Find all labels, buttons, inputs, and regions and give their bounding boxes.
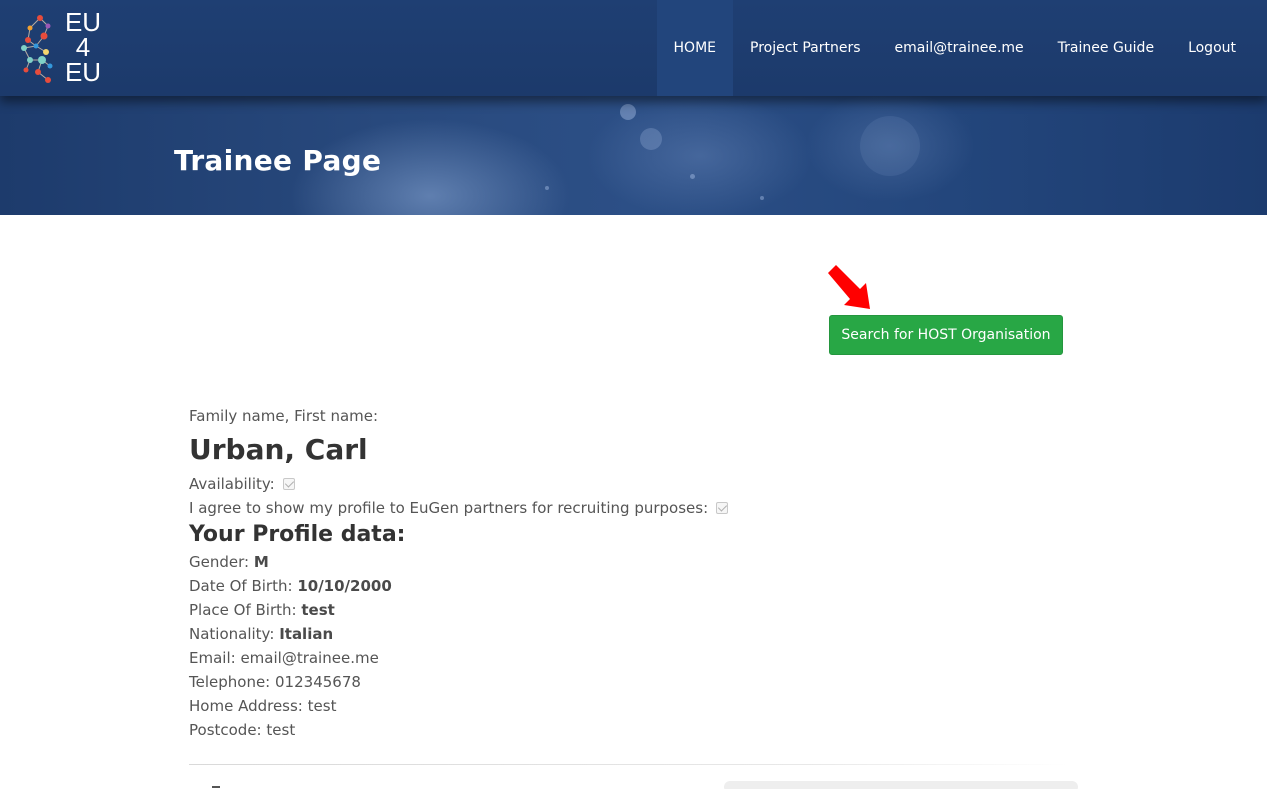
bottom-panel (724, 781, 1078, 789)
nationality-value: Italian (279, 625, 334, 643)
profile-data-heading: Your Profile data: (189, 522, 406, 547)
availability-label: Availability: (189, 475, 275, 493)
email-label: Email: (189, 649, 236, 667)
nav-item-logout[interactable]: Logout (1171, 0, 1253, 96)
cut-off-text (212, 778, 222, 789)
gender-row: Gender: M (189, 550, 889, 574)
banner-bokeh (545, 186, 549, 190)
availability-row: Availability: (189, 472, 889, 496)
trainee-profile: Family name, First name: Urban, Carl Ava… (189, 404, 889, 742)
page-banner: Trainee Page (0, 96, 1267, 215)
name-label: Family name, First name: (189, 407, 379, 425)
email-value: email@trainee.me (240, 649, 379, 667)
telephone-label: Telephone: (189, 673, 271, 691)
dob-label: Date Of Birth: (189, 577, 293, 595)
nav-item-home[interactable]: HOME (656, 0, 734, 96)
availability-checkbox[interactable] (282, 478, 295, 490)
banner-bokeh (690, 174, 695, 179)
address-label: Home Address: (189, 697, 303, 715)
nav-item-account-email[interactable]: email@trainee.me (878, 0, 1041, 96)
email-row: Email: email@trainee.me (189, 646, 889, 670)
pob-label: Place Of Birth: (189, 601, 297, 619)
dob-value: 10/10/2000 (297, 577, 392, 595)
banner-bokeh (760, 196, 764, 200)
eu4eu-logo[interactable]: EU 4 EU (16, 9, 106, 90)
nav-item-trainee-guide[interactable]: Trainee Guide (1041, 0, 1171, 96)
address-value: test (307, 697, 337, 715)
banner-bokeh (860, 116, 920, 176)
red-arrow-annotation-icon (828, 265, 870, 309)
telephone-row: Telephone: 012345678 (189, 670, 889, 694)
nationality-row: Nationality: Italian (189, 622, 889, 646)
consent-checkbox[interactable] (715, 502, 728, 514)
banner-bokeh (620, 104, 636, 120)
pob-value: test (301, 601, 335, 619)
banner-bokeh (640, 128, 662, 150)
network-logo-icon (21, 15, 53, 83)
page-title: Trainee Page (174, 144, 382, 177)
section-divider (189, 764, 1069, 765)
postcode-row: Postcode: test (189, 718, 889, 742)
consent-label: I agree to show my profile to EuGen part… (189, 499, 709, 517)
logo-text: EU 4 EU (63, 9, 103, 87)
postcode-label: Postcode: (189, 721, 262, 739)
top-navbar: EU 4 EU HOME Project Partners email@trai… (0, 0, 1267, 96)
telephone-value: 012345678 (275, 673, 361, 691)
search-host-organisation-button[interactable]: Search for HOST Organisation (829, 315, 1063, 355)
consent-row: I agree to show my profile to EuGen part… (189, 496, 889, 520)
main-nav: HOME Project Partners email@trainee.me T… (656, 0, 1253, 96)
postcode-value: test (266, 721, 296, 739)
dob-row: Date Of Birth: 10/10/2000 (189, 574, 889, 598)
gender-label: Gender: (189, 553, 250, 571)
nav-item-project-partners[interactable]: Project Partners (733, 0, 878, 96)
gender-value: M (253, 553, 269, 571)
address-row: Home Address: test (189, 694, 889, 718)
pob-row: Place Of Birth: test (189, 598, 889, 622)
nationality-label: Nationality: (189, 625, 275, 643)
trainee-name: Urban, Carl (189, 433, 368, 466)
logo-line-3: EU (64, 57, 102, 87)
